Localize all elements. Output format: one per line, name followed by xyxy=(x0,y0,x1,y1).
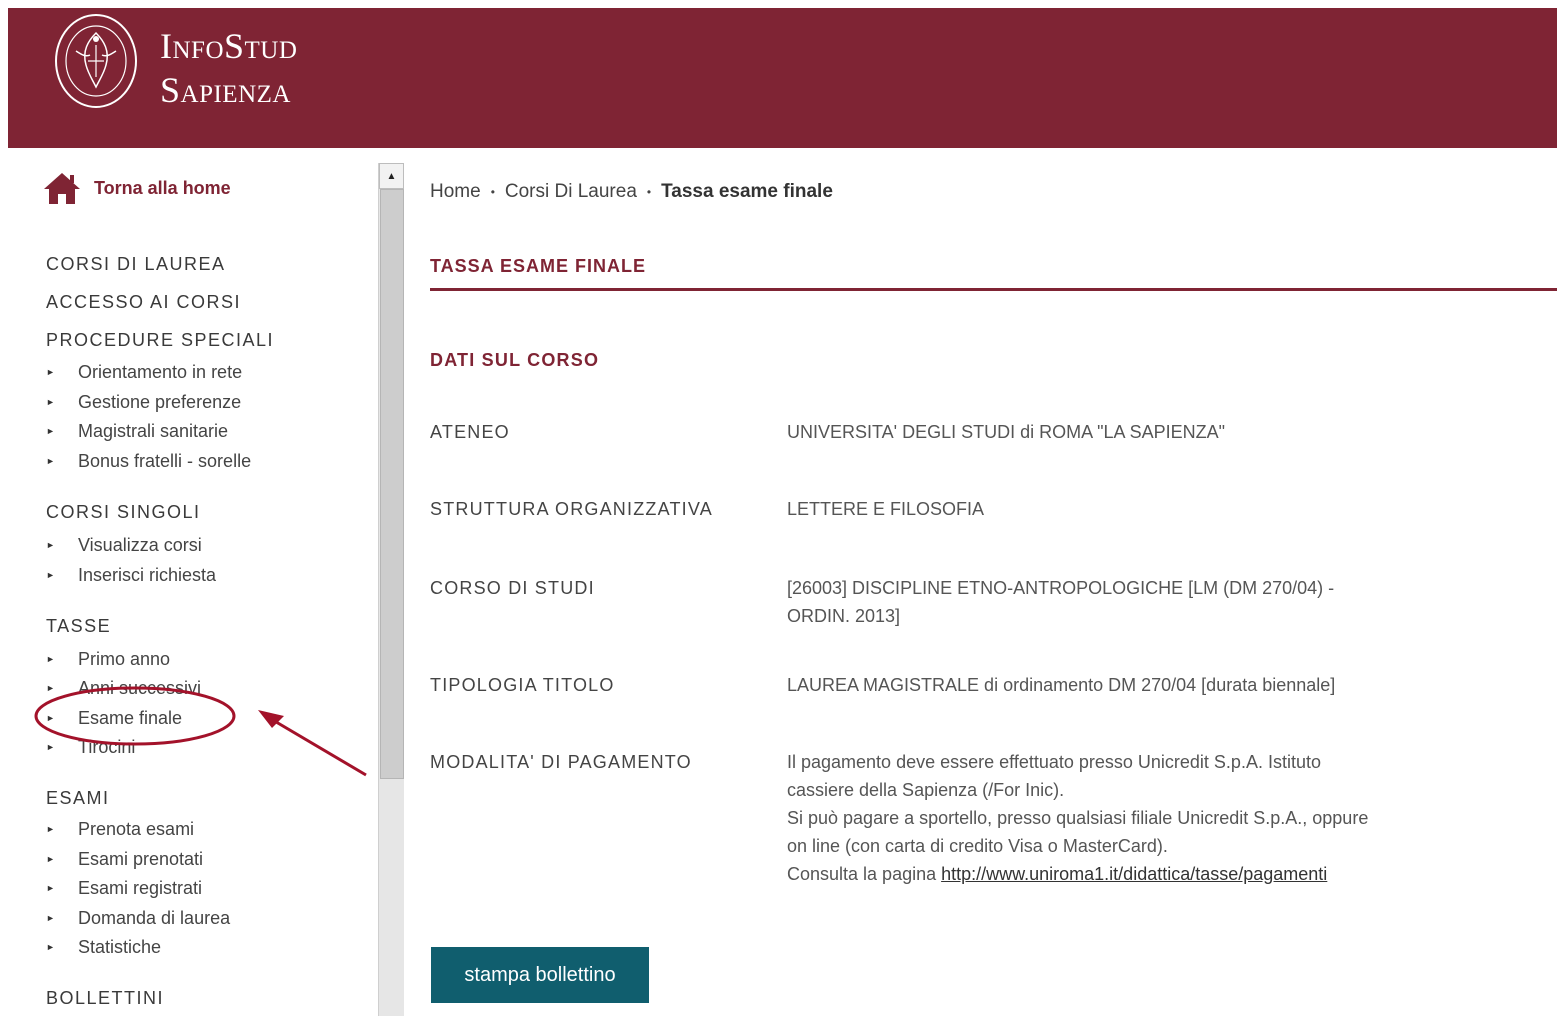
sidebar-item-label: Esame finale xyxy=(78,707,183,728)
home-link-label: Torna alla home xyxy=(94,177,231,198)
bullet-icon: ► xyxy=(46,942,55,952)
sidebar-item-esame-finale[interactable]: ► Esame finale xyxy=(46,705,182,731)
sidebar-scrollbar[interactable]: ▲ xyxy=(378,163,404,1016)
sidebar-item-label: Inserisci richiesta xyxy=(78,564,217,585)
home-icon xyxy=(44,173,80,204)
bullet-icon: ► xyxy=(46,883,55,893)
bullet-icon: ► xyxy=(46,456,55,466)
breadcrumb-separator-icon: • xyxy=(646,185,652,199)
sidebar-item-label: Magistrali sanitarie xyxy=(78,420,229,441)
field-label-struttura: STRUTTURA ORGANIZZATIVA xyxy=(430,499,713,519)
sidebar-section-bollettini[interactable]: BOLLETTINI xyxy=(46,988,164,1009)
sidebar-item-label: Bonus fratelli - sorelle xyxy=(78,450,252,471)
field-value-modalita-pagamento: Il pagamento deve essere effettuato pres… xyxy=(787,748,1387,888)
sidebar-item-magistrali-sanitarie[interactable]: ► Magistrali sanitarie xyxy=(46,418,228,444)
bullet-icon: ► xyxy=(46,854,55,864)
sidebar-item-primo-anno[interactable]: ► Primo anno xyxy=(46,646,170,672)
sidebar-item-label: Domanda di laurea xyxy=(78,907,231,928)
field-value-ateneo: UNIVERSITA' DEGLI STUDI di ROMA "LA SAPI… xyxy=(787,422,1225,442)
section-heading-dati-corso: DATI SUL CORSO xyxy=(430,350,600,370)
sidebar-item-bonus-fratelli[interactable]: ► Bonus fratelli - sorelle xyxy=(46,448,251,474)
bullet-icon: ► xyxy=(46,742,55,752)
payment-info-link[interactable]: http://www.uniroma1.it/didattica/tasse/p… xyxy=(941,864,1327,884)
breadcrumb-home[interactable]: Home xyxy=(430,181,481,203)
breadcrumb-separator-icon: • xyxy=(490,185,495,199)
field-label-corso-di-studi: CORSO DI STUDI xyxy=(430,578,595,598)
sidebar-nav: Torna alla home CORSI DI LAUREA ACCESSO … xyxy=(0,150,375,1016)
breadcrumb-current: Tassa esame finale xyxy=(661,181,833,202)
breadcrumb: Home • Corsi Di Laurea • Tassa esame fin… xyxy=(430,181,833,203)
bullet-icon: ► xyxy=(46,540,55,550)
sidebar-section-accesso-ai-corsi[interactable]: ACCESSO AI CORSI xyxy=(46,292,241,313)
sidebar-item-visualizza-corsi[interactable]: ► Visualizza corsi xyxy=(46,532,202,558)
payment-link-prefix: Consulta la pagina xyxy=(787,864,942,884)
field-label-tipologia-titolo: TIPOLOGIA TITOLO xyxy=(430,675,615,695)
sidebar-item-statistiche[interactable]: ► Statistiche xyxy=(46,934,161,960)
payment-line-1: Il pagamento deve essere effettuato pres… xyxy=(787,752,1321,800)
bullet-icon: ► xyxy=(46,824,55,834)
bullet-icon: ► xyxy=(46,913,55,923)
sidebar-item-gestione-preferenze[interactable]: ► Gestione preferenze xyxy=(46,389,241,415)
stampa-bollettino-button[interactable]: stampa bollettino xyxy=(431,947,649,1003)
sidebar-item-label: Prenota esami xyxy=(78,818,195,839)
sidebar-section-procedure-speciali[interactable]: PROCEDURE SPECIALI xyxy=(46,330,274,351)
sidebar-section-esami[interactable]: ESAMI xyxy=(46,788,110,809)
field-value-struttura: LETTERE E FILOSOFIA xyxy=(787,499,985,519)
sidebar-item-anni-successivi[interactable]: ► Anni successivi xyxy=(46,675,201,701)
sidebar-item-label: Statistiche xyxy=(78,936,162,957)
sidebar-item-label: Primo anno xyxy=(78,648,171,669)
sidebar-item-prenota-esami[interactable]: ► Prenota esami xyxy=(46,816,194,842)
sidebar-item-esami-prenotati[interactable]: ► Esami prenotati xyxy=(46,846,203,872)
payment-line-2: Si può pagare a sportello, presso qualsi… xyxy=(787,808,1369,856)
bullet-icon: ► xyxy=(46,397,55,407)
field-label-modalita-pagamento: MODALITA' DI PAGAMENTO xyxy=(430,752,692,772)
sidebar-item-orientamento[interactable]: ► Orientamento in rete xyxy=(46,359,242,385)
sidebar-item-label: Orientamento in rete xyxy=(78,361,243,382)
sidebar-section-corsi-di-laurea[interactable]: CORSI DI LAUREA xyxy=(46,254,226,275)
page-title: TASSA ESAME FINALE xyxy=(430,256,647,276)
brand-name: InfoStud Sapienza xyxy=(160,24,297,112)
bullet-icon: ► xyxy=(46,367,55,377)
scrollbar-thumb[interactable] xyxy=(380,189,404,779)
sidebar-item-esami-registrati[interactable]: ► Esami registrati xyxy=(46,875,202,901)
sidebar-item-label: Tirocini xyxy=(78,736,136,757)
sidebar-item-label: Visualizza corsi xyxy=(78,534,202,555)
field-label-ateneo: ATENEO xyxy=(430,422,510,442)
breadcrumb-corsi-di-laurea[interactable]: Corsi Di Laurea xyxy=(505,181,637,203)
bullet-icon: ► xyxy=(46,426,55,436)
scroll-up-arrow-icon[interactable]: ▲ xyxy=(379,163,404,189)
field-value-corso-di-studi: [26003] DISCIPLINE ETNO-ANTROPOLOGICHE [… xyxy=(787,578,1335,626)
home-link[interactable]: Torna alla home xyxy=(42,168,231,208)
bullet-icon: ► xyxy=(46,570,55,580)
brand-line-2: Sapienza xyxy=(160,70,291,110)
sidebar-item-inserisci-richiesta[interactable]: ► Inserisci richiesta xyxy=(46,562,216,588)
sidebar-item-label: Esami prenotati xyxy=(78,848,204,869)
sidebar-item-label: Esami registrati xyxy=(78,877,203,898)
app-header: InfoStud Sapienza xyxy=(8,8,1557,148)
sidebar-item-label: Anni successivi xyxy=(78,677,202,698)
sidebar-item-label: Gestione preferenze xyxy=(78,391,242,412)
bullet-icon: ► xyxy=(46,654,55,664)
sidebar-item-tirocini[interactable]: ► Tirocini xyxy=(46,734,135,760)
payment-link-line: Consulta la pagina http://www.uniroma1.i… xyxy=(787,860,1387,888)
bullet-icon: ► xyxy=(46,683,55,693)
sidebar-section-corsi-singoli[interactable]: CORSI SINGOLI xyxy=(46,502,201,523)
field-value-tipologia-titolo: LAUREA MAGISTRALE di ordinamento DM 270/… xyxy=(787,675,1336,695)
sidebar-item-domanda-di-laurea[interactable]: ► Domanda di laurea xyxy=(46,905,230,931)
sapienza-seal-logo[interactable] xyxy=(52,11,140,111)
sidebar-section-tasse[interactable]: TASSE xyxy=(46,616,111,637)
bullet-icon: ► xyxy=(46,713,55,723)
brand-line-1: InfoStud xyxy=(160,26,298,66)
title-divider xyxy=(430,288,1557,291)
